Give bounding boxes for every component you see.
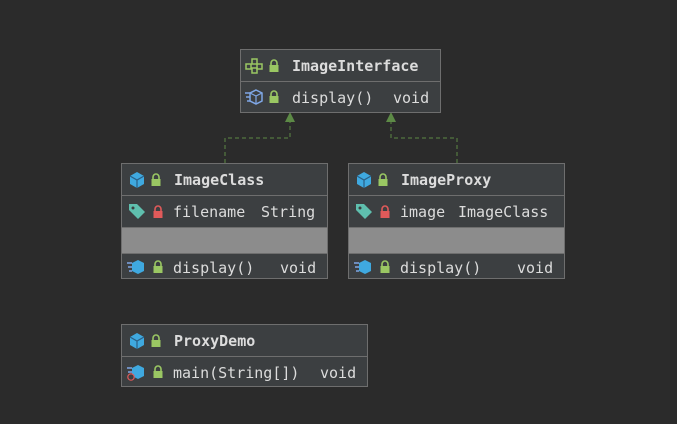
private-lock-icon [380,205,390,218]
public-lock-icon [269,59,279,72]
proxy-demo-name: ProxyDemo [174,331,256,350]
image-proxy-field-type: ImageClass [458,202,549,221]
image-proxy-field-name: image [400,202,446,221]
public-lock-icon [378,173,388,186]
image-proxy-method-row[interactable]: display() void [349,253,564,281]
public-lock-icon [269,90,279,103]
interface-icon [245,58,263,74]
imageclass-realization-arrow [224,112,295,163]
public-lock-icon [153,365,163,378]
public-lock-icon [151,173,161,186]
proxy-demo-method-row[interactable]: main(String[]) void [122,356,367,388]
image-proxy-empty-section [349,227,564,253]
image-class-method-row[interactable]: display() void [122,253,327,281]
imageproxy-realization-arrow [386,112,458,163]
proxy-demo-method-name: main(String[]) [173,363,300,382]
image-proxy-method-name: display() [400,258,482,277]
field-tag-icon [356,204,372,219]
image-class-header: ImageClass [122,164,327,195]
static-method-icon [127,365,144,381]
proxy-demo-method-type: void [320,363,357,382]
image-proxy-box[interactable]: ImageProxy image ImageClass display() vo… [348,163,565,279]
image-class-field-row[interactable]: filename String [122,195,327,227]
image-class-method-name: display() [173,258,255,277]
interface-name: ImageInterface [292,56,419,75]
class-icon [129,172,145,188]
public-lock-icon [151,334,161,347]
interface-header: ImageInterface [241,50,440,81]
image-class-name: ImageClass [174,170,265,189]
proxy-demo-header: ProxyDemo [122,325,367,356]
field-tag-icon [129,204,145,219]
image-proxy-header: ImageProxy [349,164,564,195]
public-lock-icon [153,260,163,273]
image-interface-box[interactable]: ImageInterface display() void [240,49,441,113]
image-proxy-field-row[interactable]: image ImageClass [349,195,564,227]
method-icon [245,89,263,105]
method-icon [354,260,371,274]
image-class-method-type: void [280,258,317,277]
image-class-empty-section [122,227,327,253]
image-class-field-name: filename [173,202,246,221]
image-class-field-type: String [261,202,316,221]
public-lock-icon [380,260,390,273]
interface-method-type: void [393,88,430,107]
interface-method-name: display() [292,88,374,107]
proxy-demo-box[interactable]: ProxyDemo main(String[]) void [121,324,368,387]
private-lock-icon [153,205,163,218]
image-proxy-method-type: void [517,258,554,277]
interface-method-row[interactable]: display() void [241,81,440,113]
image-class-box[interactable]: ImageClass filename String display() voi… [121,163,328,279]
method-icon [127,260,144,274]
image-proxy-name: ImageProxy [401,170,492,189]
class-icon [356,172,372,188]
class-icon [129,333,145,349]
